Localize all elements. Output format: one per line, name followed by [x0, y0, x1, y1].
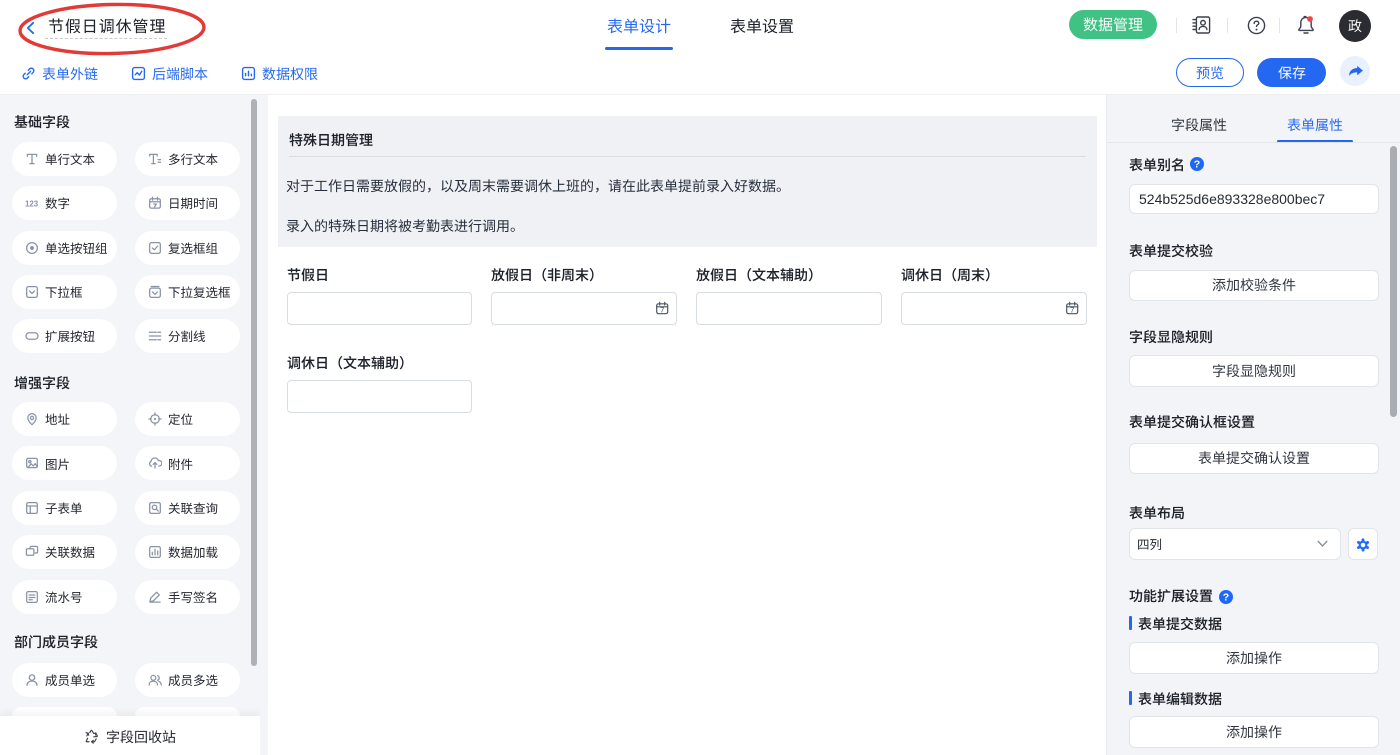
svg-text:123: 123 — [25, 199, 39, 208]
svg-text:?: ? — [1222, 591, 1228, 603]
svg-text:7: 7 — [660, 306, 664, 315]
svg-text:?: ? — [1193, 159, 1199, 171]
svg-text:7: 7 — [1070, 306, 1074, 315]
